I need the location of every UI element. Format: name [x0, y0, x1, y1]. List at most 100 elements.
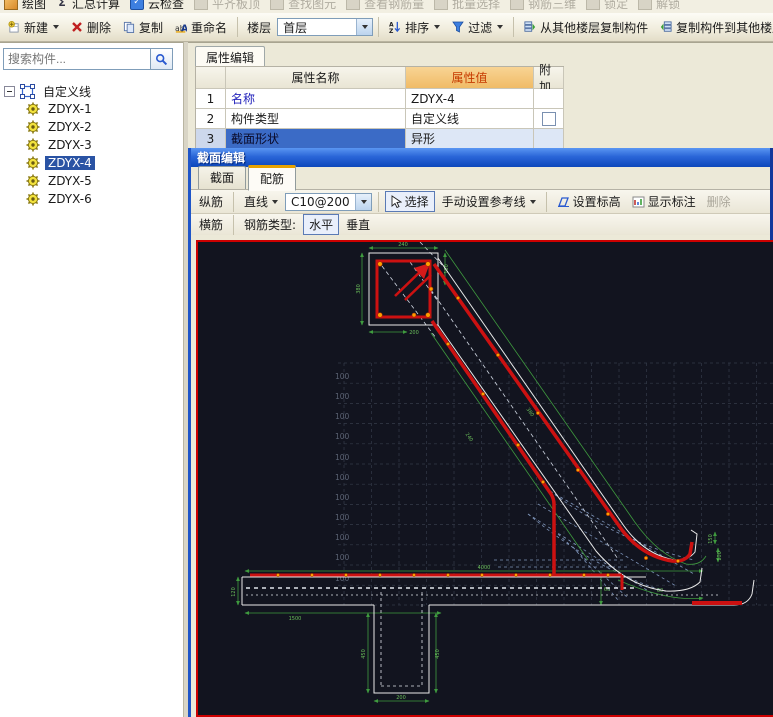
- new-button[interactable]: 新建: [3, 16, 64, 39]
- toolbar-separator: [237, 17, 238, 37]
- menu-draw[interactable]: 绘图: [4, 0, 46, 12]
- tree-root-label: 自定义线: [40, 83, 94, 100]
- tree-item-zdyx-4[interactable]: ZDYX-4: [26, 155, 181, 171]
- dialog-tabs: 截面 配筋: [191, 167, 770, 190]
- manual-reference-line-dropdown[interactable]: 手动设置参考线: [438, 192, 540, 211]
- horizontal-option[interactable]: 水平: [303, 214, 339, 235]
- filter-button[interactable]: 过滤: [447, 16, 508, 39]
- menu-find-element: 查找图元: [270, 0, 336, 12]
- tree-item-zdyx-6[interactable]: ZDYX-6: [26, 191, 181, 207]
- copy-to-other-floor-button[interactable]: 复制构件到其他楼层: [655, 16, 773, 39]
- attr-value[interactable]: 异形: [406, 129, 534, 148]
- unlock-icon: [638, 0, 652, 10]
- properties-panel: 属性编辑 属性名称 属性值 附加 1 名称 ZDYX-4 2 构件类型 自定义线…: [188, 42, 773, 148]
- tree-item-zdyx-5[interactable]: ZDYX-5: [26, 173, 181, 189]
- delete-button[interactable]: 删除: [66, 16, 116, 39]
- component-tree: 自定义线 ZDYX-1 ZDYX-2 ZDYX-3 ZDYX-4 ZDYX-5 …: [4, 81, 181, 209]
- select-tool-button[interactable]: 选择: [385, 191, 435, 212]
- dialog-title: 截面编辑: [197, 149, 245, 166]
- rebar-toolbar-row2: 横筋 钢筋类型: 水平 垂直: [191, 214, 770, 235]
- chevron-down-icon: [53, 25, 59, 29]
- toolbar-separator: [546, 192, 547, 212]
- show-annotation-button[interactable]: 显示标注: [628, 192, 700, 211]
- line-type-dropdown[interactable]: 直线: [240, 192, 282, 211]
- floor-combobox-value: 首层: [278, 19, 356, 36]
- tree-item-zdyx-1[interactable]: ZDYX-1: [26, 101, 181, 117]
- cursor-icon: [391, 195, 402, 208]
- menu-align-slab-top: 平齐板顶: [194, 0, 260, 12]
- batch-select-icon: [434, 0, 448, 10]
- lock-icon: [586, 0, 600, 10]
- rebar-spec-combobox[interactable]: C10@200: [285, 193, 372, 211]
- vertical-option[interactable]: 垂直: [342, 215, 374, 234]
- tree-item-label: ZDYX-2: [45, 120, 95, 134]
- menu-batch-select: 批量选择: [434, 0, 500, 12]
- search-input[interactable]: [3, 48, 151, 70]
- table-row[interactable]: 2 构件类型 自定义线: [196, 109, 564, 129]
- collapse-icon[interactable]: [4, 86, 15, 97]
- section-edit-dialog: 截面编辑 截面 配筋 纵筋 直线 C10@200 选择 手动设置参考线 设置标高…: [188, 148, 773, 717]
- svg-text:240: 240: [464, 432, 474, 443]
- custom-line-group-icon: [20, 84, 35, 99]
- gear-icon: [26, 192, 40, 206]
- copy-from-other-floor-button[interactable]: 从其他楼层复制构件: [519, 16, 653, 39]
- chevron-down-icon: [497, 25, 503, 29]
- chevron-down-icon: [361, 200, 367, 204]
- section-canvas[interactable]: 100100 100100 100100 100100 100100 100: [196, 240, 773, 717]
- inner-dashed-lines: [246, 588, 718, 686]
- rebar-spec-combobox-button[interactable]: [355, 194, 371, 210]
- table-row[interactable]: 1 名称 ZDYX-4: [196, 89, 564, 109]
- menu-rebar-3d: 钢筋三维: [510, 0, 576, 12]
- tree-item-label: ZDYX-3: [45, 138, 95, 152]
- section-drawing: 100100 100100 100100 100100 100100 100: [198, 242, 773, 715]
- attr-name: 截面形状: [226, 129, 406, 148]
- search-button[interactable]: [151, 48, 173, 70]
- svg-text:100: 100: [335, 513, 350, 522]
- align-slab-icon: [194, 0, 208, 10]
- set-elevation-button[interactable]: 设置标高: [553, 192, 625, 211]
- gear-icon: [26, 102, 40, 116]
- tree-item-zdyx-2[interactable]: ZDYX-2: [26, 119, 181, 135]
- header-attr-extra: 附加: [534, 67, 564, 89]
- menu-cloud-check[interactable]: ✓云检查: [130, 0, 184, 12]
- sort-icon: AZ: [389, 21, 401, 33]
- dimension-labels: 240 380 160 200 380 240 4000 120 1500 45…: [231, 242, 723, 701]
- attr-name: 构件类型: [226, 109, 406, 129]
- svg-text:100: 100: [717, 551, 723, 561]
- longitudinal-rebar-button[interactable]: 纵筋: [195, 192, 227, 211]
- delete-rebar-button: 删除: [703, 192, 735, 211]
- header-attr-value[interactable]: 属性值: [406, 67, 534, 89]
- copy-to-floor-icon: [660, 21, 672, 33]
- rebar-lines[interactable]: [250, 261, 742, 603]
- svg-text:100: 100: [335, 533, 350, 542]
- floor-combobox[interactable]: 首层: [277, 18, 373, 36]
- tree-root-custom-line[interactable]: 自定义线: [4, 83, 181, 99]
- rename-button[interactable]: abA 重命名: [170, 16, 232, 39]
- attr-extra: [534, 89, 564, 109]
- tree-item-zdyx-3[interactable]: ZDYX-3: [26, 137, 181, 153]
- tab-rebar[interactable]: 配筋: [248, 165, 296, 191]
- new-icon: [8, 21, 20, 33]
- copy-icon: [123, 21, 135, 33]
- cloud-check-icon: ✓: [130, 0, 144, 10]
- checkbox[interactable]: [542, 112, 556, 126]
- svg-text:380: 380: [356, 284, 362, 294]
- transverse-rebar-button[interactable]: 横筋: [195, 215, 227, 234]
- attr-value[interactable]: ZDYX-4: [406, 89, 534, 109]
- menu-unlock: 解锁: [638, 0, 680, 12]
- toolbar-separator: [378, 17, 379, 37]
- header-attr-name: 属性名称: [226, 67, 406, 89]
- menu-summary-calc[interactable]: Σ汇总计算: [56, 0, 120, 12]
- row-index: 1: [196, 89, 226, 109]
- svg-text:450: 450: [361, 649, 367, 659]
- copy-button[interactable]: 复制: [118, 16, 168, 39]
- chevron-down-icon: [530, 200, 536, 204]
- floor-combobox-button[interactable]: [356, 19, 372, 35]
- grid-labels: 100100 100100 100100 100100 100100 100: [335, 372, 350, 583]
- table-row-selected[interactable]: 3 截面形状 异形: [196, 129, 564, 148]
- tab-section[interactable]: 截面: [198, 166, 246, 189]
- rename-icon: abA: [175, 21, 187, 33]
- svg-text:Z: Z: [389, 28, 394, 33]
- sort-button[interactable]: AZ 排序: [384, 16, 445, 39]
- attr-value[interactable]: 自定义线: [406, 109, 534, 129]
